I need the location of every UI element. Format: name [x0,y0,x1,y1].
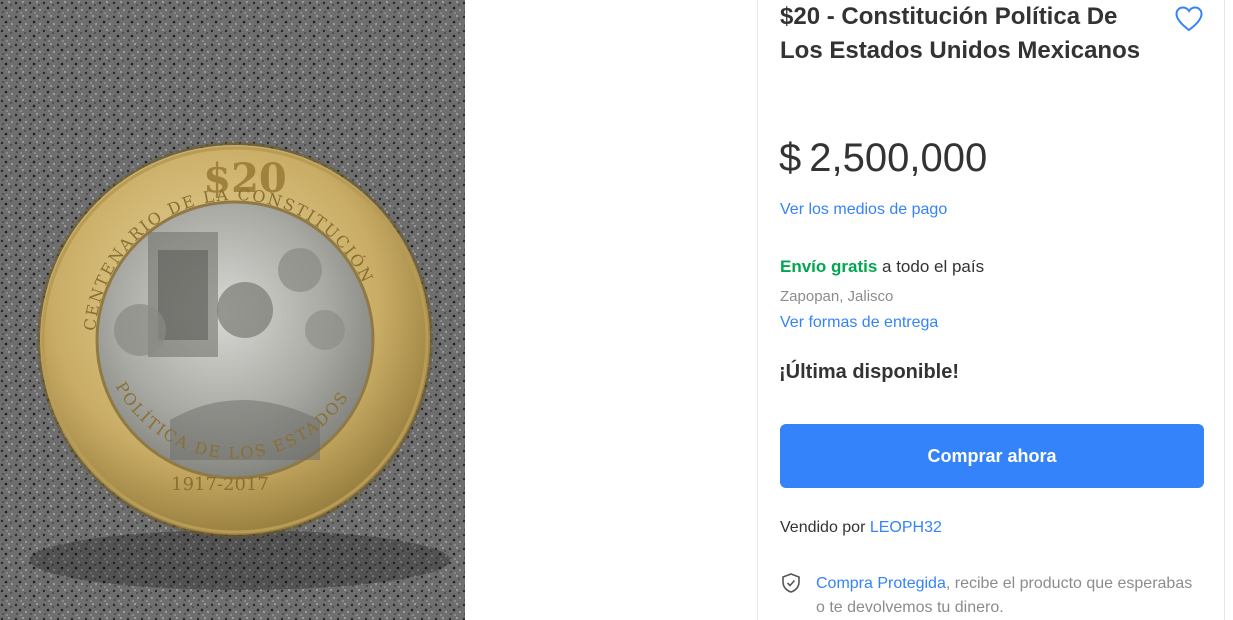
shipping-info: Envío gratis a todo el país [780,256,984,278]
purchase-panel: $20 - Constitución Política De Los Estad… [757,0,1225,620]
seller-location: Zapopan, Jalisco [780,288,894,305]
shield-check-icon [782,573,800,593]
payment-methods-link[interactable]: Ver los medios de pago [780,200,947,220]
favorite-button[interactable] [1172,2,1206,36]
price-currency: $ [779,136,802,180]
heart-outline-icon [1175,6,1203,32]
delivery-options-link[interactable]: Ver formas de entrega [780,313,938,333]
product-page: $20 1917-2017 CENTENARIO DE LA CONSTITUC… [0,0,1233,620]
product-title: $20 - Constitución Política De Los Estad… [780,3,1141,64]
seller-info: Vendido por LEOPH32 [780,518,942,538]
protected-purchase-link[interactable]: Compra Protegida [816,575,946,592]
free-shipping-label: Envío gratis [780,257,878,276]
product-image-gallery[interactable]: $20 1917-2017 CENTENARIO DE LA CONSTITUC… [0,0,465,620]
buy-now-button[interactable]: Comprar ahora [780,424,1204,488]
coin-photo[interactable]: $20 1917-2017 CENTENARIO DE LA CONSTITUC… [0,0,465,620]
protection-text: Compra Protegida, recibe el producto que… [816,572,1196,620]
seller-prefix: Vendido por [780,519,870,536]
product-price: $2,500,000 [779,135,987,181]
stock-status: ¡Última disponible! [779,361,959,383]
shipping-scope: a todo el país [877,257,985,276]
price-amount: 2,500,000 [809,136,988,180]
seller-name-link[interactable]: LEOPH32 [870,519,942,536]
coin-years-text: 1917-2017 [171,474,269,495]
